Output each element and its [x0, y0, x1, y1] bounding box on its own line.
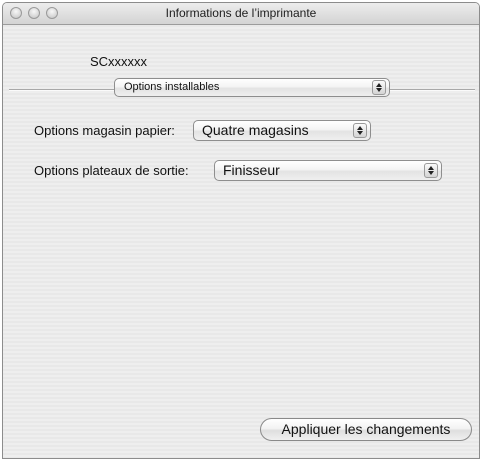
printer-info-window: Informations de l’imprimante SCxxxxxx Op…: [2, 2, 480, 459]
popup-arrows-icon: [372, 80, 386, 95]
apply-changes-button[interactable]: Appliquer les changements: [260, 418, 472, 441]
section-popup[interactable]: Options installables: [114, 78, 390, 97]
paper-tray-options-label: Options magasin papier:: [34, 123, 175, 138]
title-bar[interactable]: Informations de l’imprimante: [3, 3, 479, 25]
output-tray-options-value: Finisseur: [223, 162, 280, 178]
popup-arrows-icon: [353, 123, 367, 138]
output-tray-options-label: Options plateaux de sortie:: [34, 163, 189, 178]
paper-tray-options-value: Quatre magasins: [202, 122, 309, 138]
window-title: Informations de l’imprimante: [165, 6, 317, 20]
printer-name: SCxxxxxx: [90, 54, 148, 69]
output-tray-options-popup[interactable]: Finisseur: [214, 160, 442, 181]
paper-tray-options-popup[interactable]: Quatre magasins: [193, 120, 371, 141]
popup-arrows-icon: [424, 163, 438, 178]
section-popup-value: Options installables: [124, 81, 220, 93]
